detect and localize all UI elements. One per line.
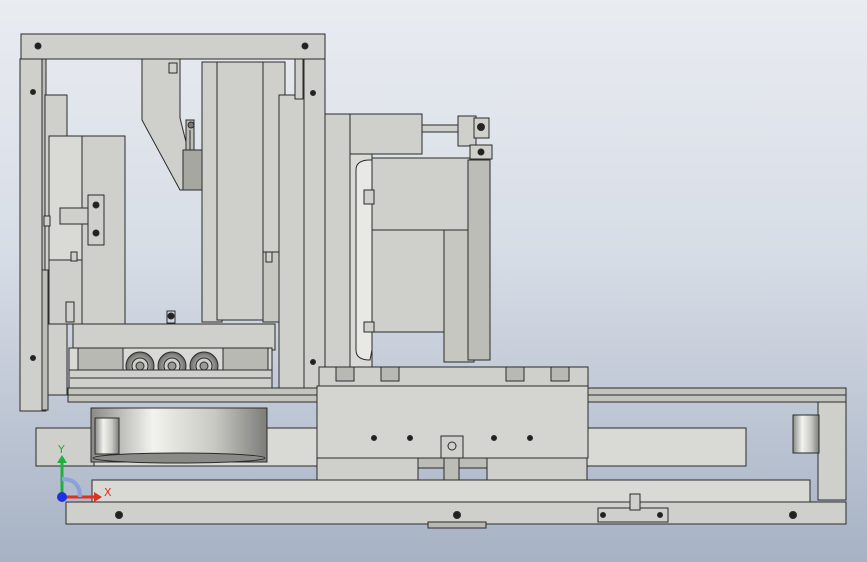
rotary-base-ring [68, 369, 273, 389]
rotary-cylinder [90, 407, 268, 464]
carriage-top-plate [318, 366, 589, 387]
z-axis-marker [57, 492, 67, 502]
x-axis-label: X [104, 486, 112, 499]
right-upright-column [278, 58, 326, 390]
sensor-bracket [421, 115, 493, 160]
bottom-base-plate [65, 479, 847, 529]
cad-viewport[interactable]: X Y [0, 0, 867, 562]
left-mount-plate [48, 135, 126, 325]
vertical-slide-guide [141, 58, 204, 191]
machine-assembly-drawing[interactable]: X Y [0, 0, 867, 562]
carriage-body [316, 385, 589, 459]
top-frame-plate [20, 33, 326, 60]
motor-block [363, 157, 491, 363]
y-axis-label: Y [57, 443, 65, 456]
center-column-plate [201, 61, 286, 323]
